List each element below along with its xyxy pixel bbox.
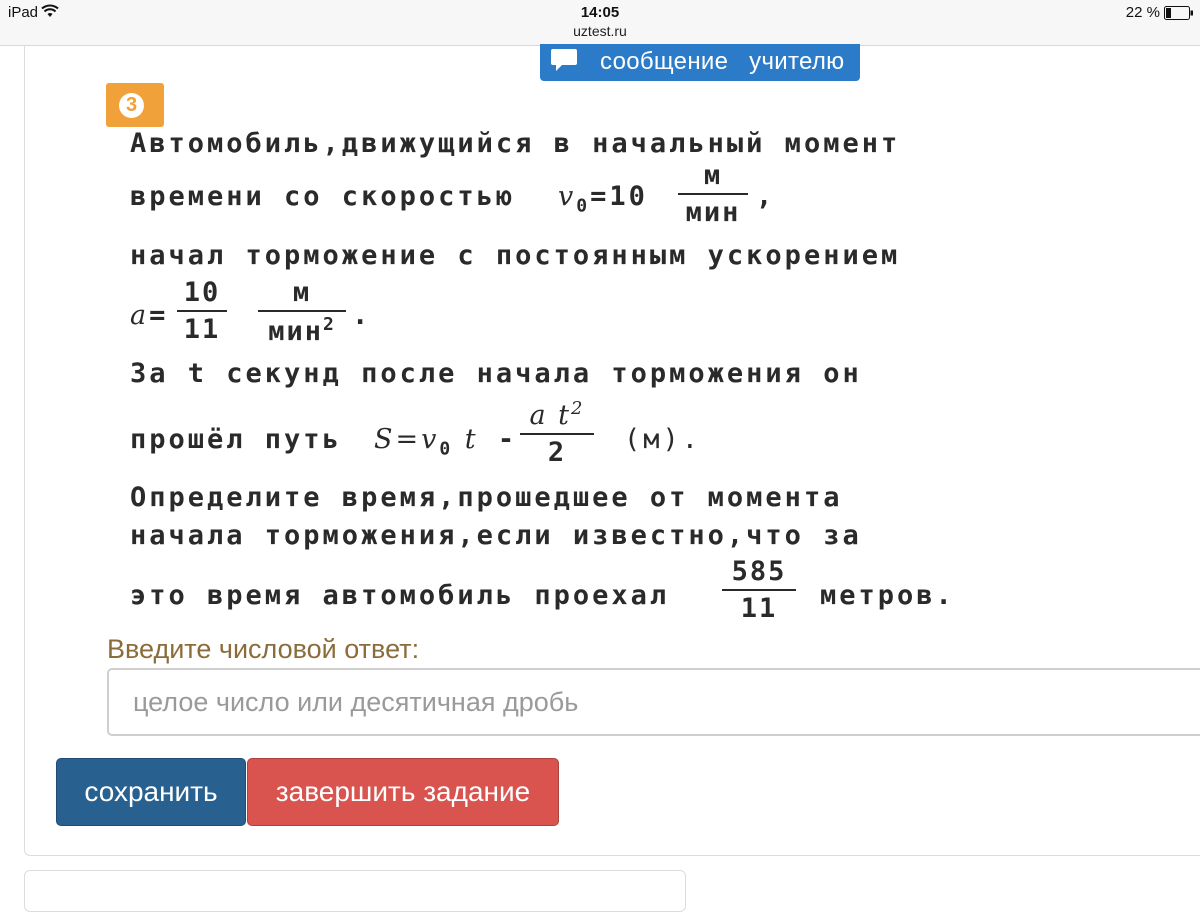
message-teacher-label: сообщение учителю xyxy=(600,48,845,75)
question-number: 3 xyxy=(119,93,144,118)
a-unit-denominator-text: мин xyxy=(268,316,323,347)
s-minus: - xyxy=(478,424,518,455)
a-numerator: 10 xyxy=(183,277,221,308)
url-bar[interactable]: uztest.ru xyxy=(0,23,1200,39)
fraction-bar xyxy=(258,310,346,312)
v0-variable: v xyxy=(558,181,577,212)
problem-line-6: прошёл путь xyxy=(130,424,362,455)
distance-numerator: 585 xyxy=(731,556,787,587)
status-bar: iPad 14:05 uztest.ru 22 % xyxy=(0,0,1200,46)
a-unit-numerator: м xyxy=(292,277,312,308)
finish-task-button[interactable]: завершить задание xyxy=(247,758,559,826)
s-numerator-exponent: 2 xyxy=(571,398,585,419)
problem-line-3: начал торможение с постоянным ускорением xyxy=(130,240,901,271)
answer-label: Введите числовой ответ: xyxy=(107,634,420,664)
s-formula-text: S=v xyxy=(374,424,440,455)
distance-unit: метров. xyxy=(820,580,955,611)
problem-line-5: За t секунд после начала торможения он xyxy=(130,358,862,389)
next-card xyxy=(24,870,686,912)
a-unit-denominator: мин2 xyxy=(258,314,346,347)
v0-comma: , xyxy=(756,181,776,212)
problem-line-9: это время автомобиль проехал xyxy=(130,580,670,611)
v0-unit-denominator: мин xyxy=(685,197,741,228)
fraction-bar xyxy=(722,589,796,591)
v0-subscript: 0 xyxy=(576,195,591,217)
s-unit: (м). xyxy=(624,424,702,455)
a-unit-fraction: м мин2 xyxy=(258,277,346,347)
a-unit-exponent: 2 xyxy=(322,314,336,335)
problem-line-8: начала торможения,если известно,что за xyxy=(130,520,862,551)
v0-unit-numerator: м xyxy=(703,160,723,191)
v0-value: =10 xyxy=(590,181,648,212)
s-formula: S=v0 t - xyxy=(374,424,517,459)
s-fraction: a t2 2 xyxy=(520,398,594,468)
message-teacher-button[interactable]: сообщение учителю xyxy=(540,44,860,81)
s-subscript: 0 xyxy=(439,438,454,460)
fraction-bar xyxy=(177,310,227,312)
chat-icon xyxy=(551,49,577,71)
problem-line-2: времени со скоростью xyxy=(130,181,534,212)
a-period: . xyxy=(352,300,372,331)
v0-unit-fraction: м мин xyxy=(678,160,748,228)
problem-line-7: Определите время,прошедшее от момента xyxy=(130,482,843,513)
problem-line-1: Автомобиль,движущийся в начальный момент xyxy=(130,128,901,159)
a-variable: a xyxy=(130,300,150,331)
clock: 14:05 xyxy=(580,4,620,21)
answer-input[interactable] xyxy=(107,668,1200,736)
a-value-fraction: 10 11 xyxy=(177,277,227,345)
fraction-bar xyxy=(678,193,748,195)
a-equals: = xyxy=(149,300,169,331)
a-formula: a= xyxy=(130,300,168,331)
battery-percent: 22 % xyxy=(1125,4,1160,21)
distance-fraction: 585 11 xyxy=(722,556,796,624)
fraction-bar xyxy=(520,433,594,435)
battery-icon xyxy=(1164,6,1193,20)
save-button[interactable]: сохранить xyxy=(56,758,246,826)
s-numerator: a t2 xyxy=(520,398,594,431)
a-denominator: 11 xyxy=(183,314,221,345)
problem-line-2-text: времени со скоростью xyxy=(130,181,535,212)
s-denominator: 2 xyxy=(547,437,567,468)
s-numerator-text: a t xyxy=(529,400,572,431)
distance-denominator: 11 xyxy=(740,593,778,624)
question-number-badge: 3 xyxy=(106,83,164,127)
v0-formula: v0=10 xyxy=(558,181,648,216)
s-t: t xyxy=(453,424,479,455)
